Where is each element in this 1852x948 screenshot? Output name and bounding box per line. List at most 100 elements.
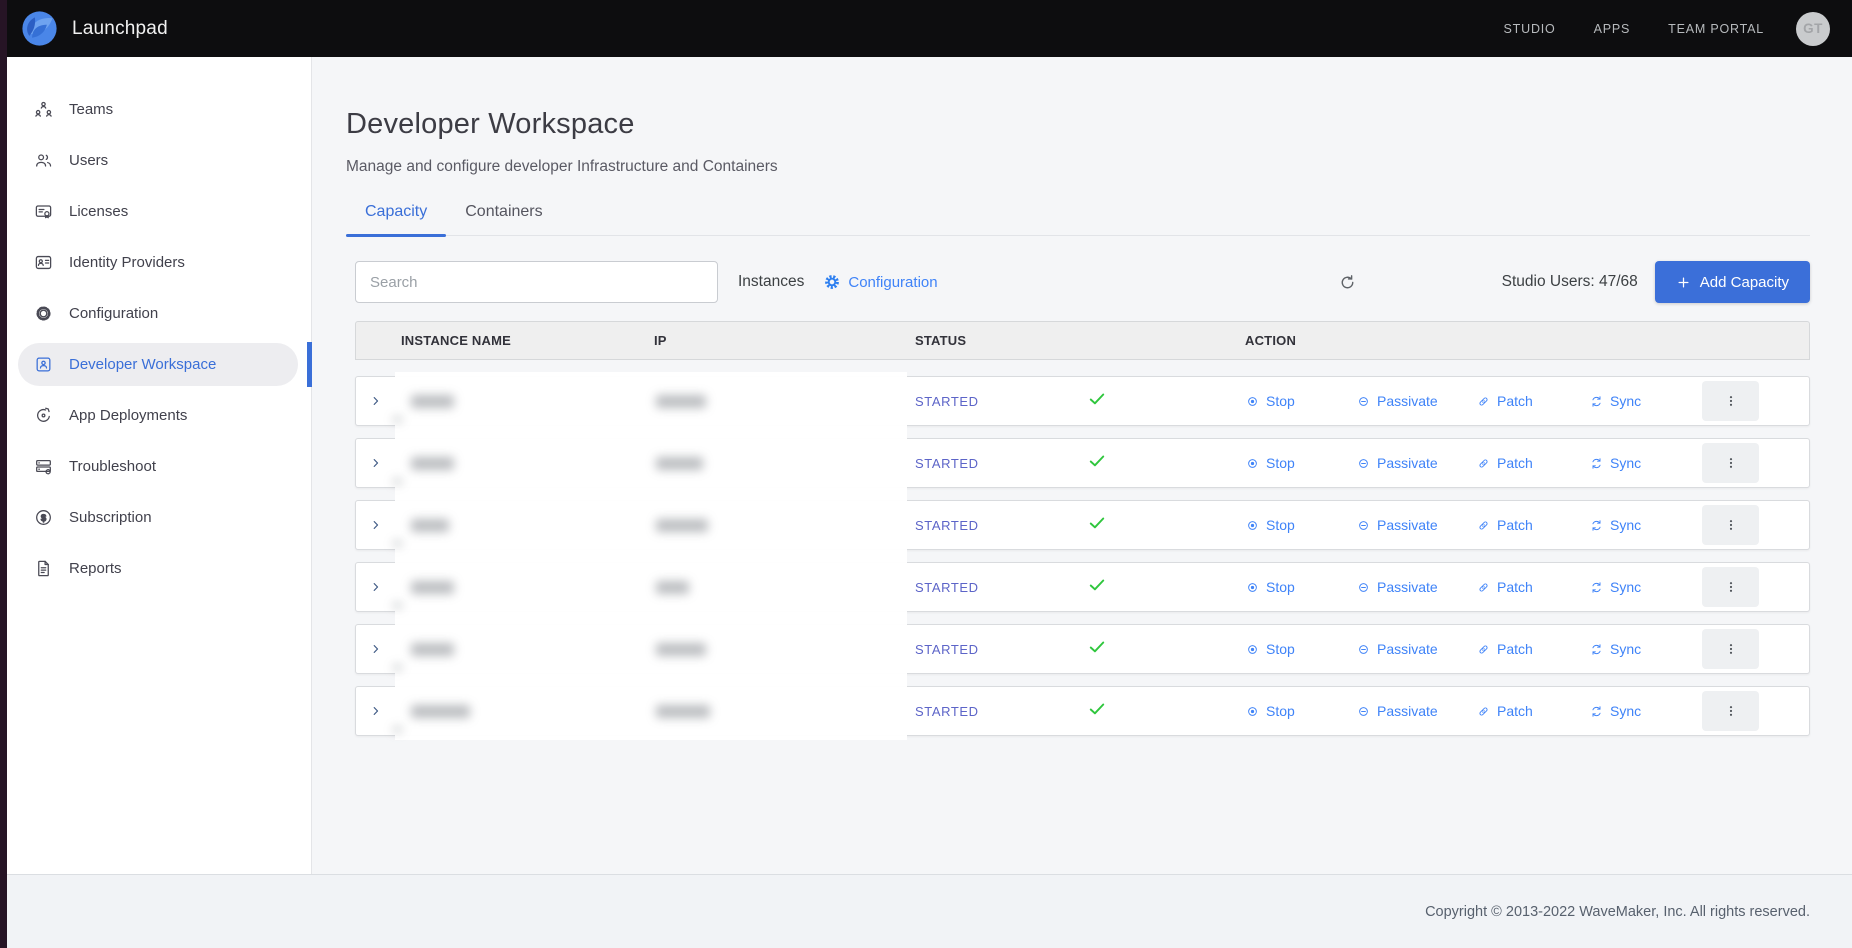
status-badge: STARTED: [915, 456, 1087, 471]
sidebar-item-configuration[interactable]: Configuration: [7, 288, 311, 339]
status-badge: STARTED: [915, 394, 1087, 409]
redacted-ip: [656, 457, 703, 470]
stop-label: Stop: [1266, 703, 1295, 719]
passivate-label: Passivate: [1377, 455, 1438, 471]
sync-action[interactable]: Sync: [1589, 455, 1641, 471]
sync-icon: [1589, 456, 1604, 471]
chevron-right-icon[interactable]: [369, 518, 383, 532]
row-menu-button[interactable]: [1702, 691, 1759, 731]
stop-icon: [1245, 580, 1260, 595]
action-cell: Stop Passivate Patch Sync: [1245, 381, 1809, 421]
table-row[interactable]: STARTED Stop Passivate Patch Sync: [355, 500, 1810, 550]
teams-icon: [34, 100, 53, 119]
add-capacity-button[interactable]: Add Capacity: [1655, 261, 1810, 303]
chevron-right-icon[interactable]: [369, 642, 383, 656]
patch-icon: [1476, 704, 1491, 719]
patch-action[interactable]: Patch: [1476, 393, 1589, 409]
passivate-action[interactable]: Passivate: [1356, 455, 1476, 471]
row-menu-button[interactable]: [1702, 629, 1759, 669]
redacted-dots: [393, 417, 402, 422]
configuration-link[interactable]: Configuration: [823, 273, 937, 291]
row-menu-button[interactable]: [1702, 381, 1759, 421]
kebab-icon: [1723, 641, 1739, 657]
stop-action[interactable]: Stop: [1245, 641, 1356, 657]
stop-action[interactable]: Stop: [1245, 703, 1356, 719]
passivate-label: Passivate: [1377, 703, 1438, 719]
sync-action[interactable]: Sync: [1589, 393, 1641, 409]
passivate-label: Passivate: [1377, 641, 1438, 657]
appdep-icon: [34, 406, 53, 425]
column-action: ACTION: [1245, 333, 1809, 348]
tab-capacity[interactable]: Capacity: [346, 203, 446, 235]
sidebar-item-app-deployments[interactable]: App Deployments: [7, 390, 311, 441]
sync-icon: [1589, 518, 1604, 533]
chevron-right-icon[interactable]: [369, 580, 383, 594]
passivate-action[interactable]: Passivate: [1356, 579, 1476, 595]
minus-circle-icon: [1356, 518, 1371, 533]
row-menu-button[interactable]: [1702, 567, 1759, 607]
status-cell: STARTED: [915, 699, 1245, 724]
redacted-ip: [656, 581, 689, 594]
passivate-action[interactable]: Passivate: [1356, 703, 1476, 719]
stop-action[interactable]: Stop: [1245, 579, 1356, 595]
redacted-instance-name: [411, 395, 454, 408]
patch-action[interactable]: Patch: [1476, 517, 1589, 533]
chevron-right-icon[interactable]: [369, 394, 383, 408]
tab-containers[interactable]: Containers: [446, 203, 561, 235]
sidebar-item-subscription[interactable]: Subscription: [7, 492, 311, 543]
sync-icon: [1589, 394, 1604, 409]
avatar[interactable]: GT: [1796, 12, 1830, 46]
passivate-action[interactable]: Passivate: [1356, 517, 1476, 533]
passivate-action[interactable]: Passivate: [1356, 641, 1476, 657]
sidebar-item-licenses[interactable]: Licenses: [7, 186, 311, 237]
sidebar: Teams Users Licenses Identity Providers …: [7, 57, 312, 874]
topnav-link-studio[interactable]: STUDIO: [1504, 22, 1556, 36]
topnav-link-team-portal[interactable]: TEAM PORTAL: [1668, 22, 1764, 36]
status-badge: STARTED: [915, 642, 1087, 657]
patch-action[interactable]: Patch: [1476, 703, 1589, 719]
sync-label: Sync: [1610, 455, 1641, 471]
passivate-action[interactable]: Passivate: [1356, 393, 1476, 409]
stop-action[interactable]: Stop: [1245, 393, 1356, 409]
patch-action[interactable]: Patch: [1476, 641, 1589, 657]
chevron-right-icon[interactable]: [369, 704, 383, 718]
sidebar-item-reports[interactable]: Reports: [7, 543, 311, 594]
redacted-instance-name: [411, 519, 449, 532]
row-menu-button[interactable]: [1702, 443, 1759, 483]
sidebar-item-developer-workspace[interactable]: Developer Workspace: [7, 339, 311, 390]
stop-action[interactable]: Stop: [1245, 455, 1356, 471]
patch-label: Patch: [1497, 393, 1533, 409]
search-input[interactable]: [355, 261, 718, 303]
topnav-link-apps[interactable]: APPS: [1594, 22, 1631, 36]
chevron-right-icon[interactable]: [369, 456, 383, 470]
sync-action[interactable]: Sync: [1589, 579, 1641, 595]
refresh-button[interactable]: [1338, 273, 1357, 292]
sidebar-item-teams[interactable]: Teams: [7, 84, 311, 135]
topbar: Launchpad STUDIOAPPSTEAM PORTAL GT: [0, 0, 1852, 57]
table-row[interactable]: STARTED Stop Passivate Patch Sync: [355, 438, 1810, 488]
row-menu-button[interactable]: [1702, 505, 1759, 545]
sync-icon: [1589, 580, 1604, 595]
table-row[interactable]: STARTED Stop Passivate Patch Sync: [355, 624, 1810, 674]
redacted-dots: [393, 727, 402, 732]
patch-action[interactable]: Patch: [1476, 455, 1589, 471]
patch-action[interactable]: Patch: [1476, 579, 1589, 595]
stop-action[interactable]: Stop: [1245, 517, 1356, 533]
table-row[interactable]: STARTED Stop Passivate Patch Sync: [355, 686, 1810, 736]
sync-action[interactable]: Sync: [1589, 517, 1641, 533]
sync-action[interactable]: Sync: [1589, 641, 1641, 657]
minus-circle-icon: [1356, 580, 1371, 595]
minus-circle-icon: [1356, 704, 1371, 719]
row-expander-cell: [356, 394, 401, 408]
sidebar-item-users[interactable]: Users: [7, 135, 311, 186]
table-header: INSTANCE NAME IP STATUS ACTION: [355, 321, 1810, 360]
sync-action[interactable]: Sync: [1589, 703, 1641, 719]
table-row[interactable]: STARTED Stop Passivate Patch Sync: [355, 376, 1810, 426]
sidebar-item-identity-providers[interactable]: Identity Providers: [7, 237, 311, 288]
sidebar-item-troubleshoot[interactable]: Troubleshoot: [7, 441, 311, 492]
action-cell: Stop Passivate Patch Sync: [1245, 691, 1809, 731]
stop-label: Stop: [1266, 517, 1295, 533]
row-expander-cell: [356, 518, 401, 532]
table-row[interactable]: STARTED Stop Passivate Patch Sync: [355, 562, 1810, 612]
plus-icon: [1676, 275, 1691, 290]
